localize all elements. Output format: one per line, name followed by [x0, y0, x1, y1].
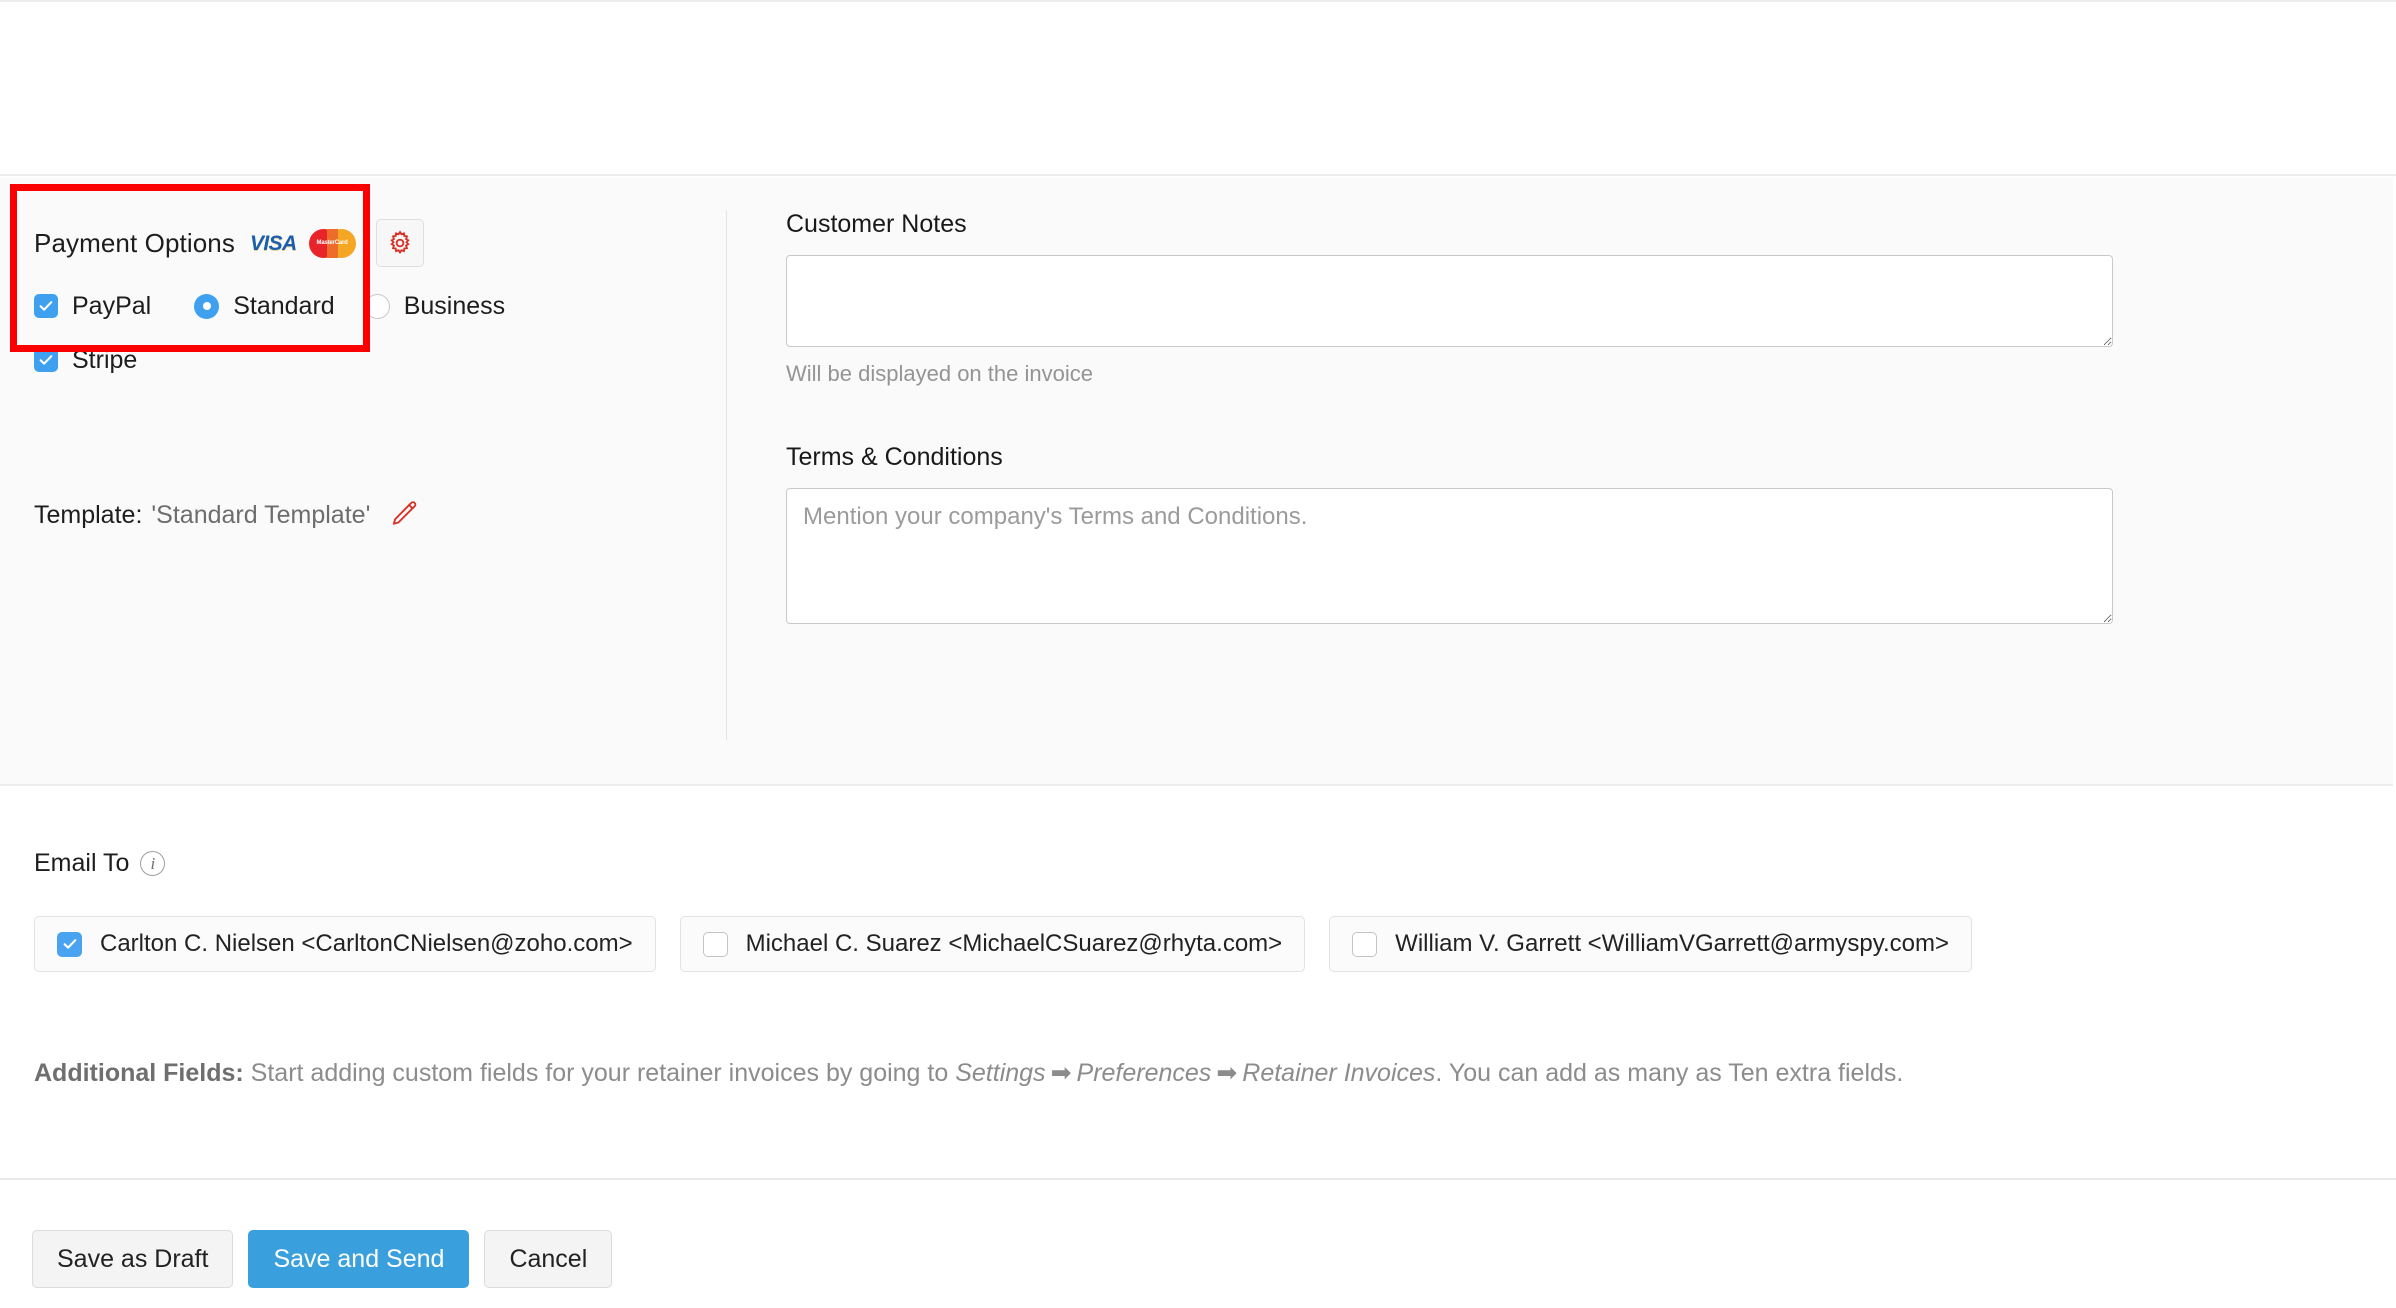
- email-to-label-row: Email To i: [34, 849, 166, 878]
- template-value: 'Standard Template': [151, 501, 371, 529]
- customer-notes-help-text: Will be displayed on the invoice: [786, 361, 1093, 386]
- terms-conditions-input[interactable]: [786, 488, 2113, 624]
- recipient-label: William V. Garrett <WilliamVGarrett@army…: [1395, 930, 1949, 957]
- footer-button-row: Save as Draft Save and Send Cancel: [32, 1230, 627, 1288]
- customer-notes-label: Customer Notes: [786, 210, 967, 238]
- additional-fields-text-1: Start adding custom fields for your reta…: [250, 1059, 949, 1087]
- retainer-invoice-form-page: Payment Options VISA MasterCard PayPal S…: [0, 0, 2396, 1308]
- top-blank-area: [0, 0, 2396, 176]
- recipient-label: Carlton C. Nielsen <CarltonCNielsen@zoho…: [100, 930, 633, 957]
- cancel-button[interactable]: Cancel: [484, 1230, 613, 1288]
- recipient-label: Michael C. Suarez <MichaelCSuarez@rhyta.…: [745, 930, 1283, 957]
- column-divider: [726, 210, 727, 740]
- customer-notes-input[interactable]: [786, 255, 2113, 347]
- additional-fields-path-settings: Settings: [955, 1059, 1046, 1087]
- customer-notes-group: Customer Notes Will be displayed on the …: [786, 210, 2126, 387]
- template-edit-pencil-icon[interactable]: [388, 498, 418, 533]
- info-icon[interactable]: i: [140, 851, 166, 876]
- email-recipients-list: Carlton C. Nielsen <CarltonCNielsen@zoho…: [34, 916, 1996, 972]
- additional-fields-text-2: . You can add as many as: [1435, 1059, 1722, 1087]
- recipient-checkbox[interactable]: [57, 931, 82, 957]
- template-label: Template:: [34, 501, 143, 529]
- terms-conditions-group: Terms & Conditions: [786, 443, 2126, 624]
- additional-fields-text-3: extra fields.: [1775, 1059, 1904, 1087]
- arrow-right-icon: ➡: [1050, 1059, 1072, 1087]
- arrow-right-icon: ➡: [1216, 1059, 1238, 1087]
- email-recipient-item[interactable]: Carlton C. Nielsen <CarltonCNielsen@zoho…: [34, 916, 656, 972]
- payment-options-highlight-box: [10, 184, 370, 352]
- save-and-send-button[interactable]: Save and Send: [248, 1230, 470, 1288]
- recipient-checkbox[interactable]: [702, 931, 728, 957]
- terms-conditions-label: Terms & Conditions: [786, 443, 1003, 471]
- email-recipient-item[interactable]: William V. Garrett <WilliamVGarrett@army…: [1329, 916, 1972, 972]
- email-to-section: Email To i Carlton C. Nielsen <CarltonCN…: [0, 788, 2396, 1180]
- additional-fields-limit: Ten: [1728, 1059, 1769, 1087]
- notes-and-terms-column: Customer Notes Will be displayed on the …: [786, 210, 2126, 624]
- payment-settings-gear-button[interactable]: [375, 219, 424, 267]
- gear-icon: [387, 230, 413, 256]
- additional-fields-note: Additional Fields: Start adding custom f…: [34, 1058, 1903, 1088]
- template-row: Template: 'Standard Template': [34, 498, 418, 533]
- recipient-checkbox[interactable]: [1352, 931, 1378, 957]
- additional-fields-title: Additional Fields:: [34, 1059, 244, 1087]
- additional-fields-path-preferences: Preferences: [1076, 1059, 1212, 1087]
- email-recipient-item[interactable]: Michael C. Suarez <MichaelCSuarez@rhyta.…: [679, 916, 1306, 972]
- paypal-business-label: Business: [403, 291, 506, 320]
- save-as-draft-button[interactable]: Save as Draft: [32, 1230, 234, 1288]
- form-footer: Save as Draft Save and Send Cancel: [0, 1182, 2396, 1308]
- email-to-label: Email To: [34, 849, 130, 877]
- additional-fields-path-retainer-invoices: Retainer Invoices: [1242, 1059, 1436, 1087]
